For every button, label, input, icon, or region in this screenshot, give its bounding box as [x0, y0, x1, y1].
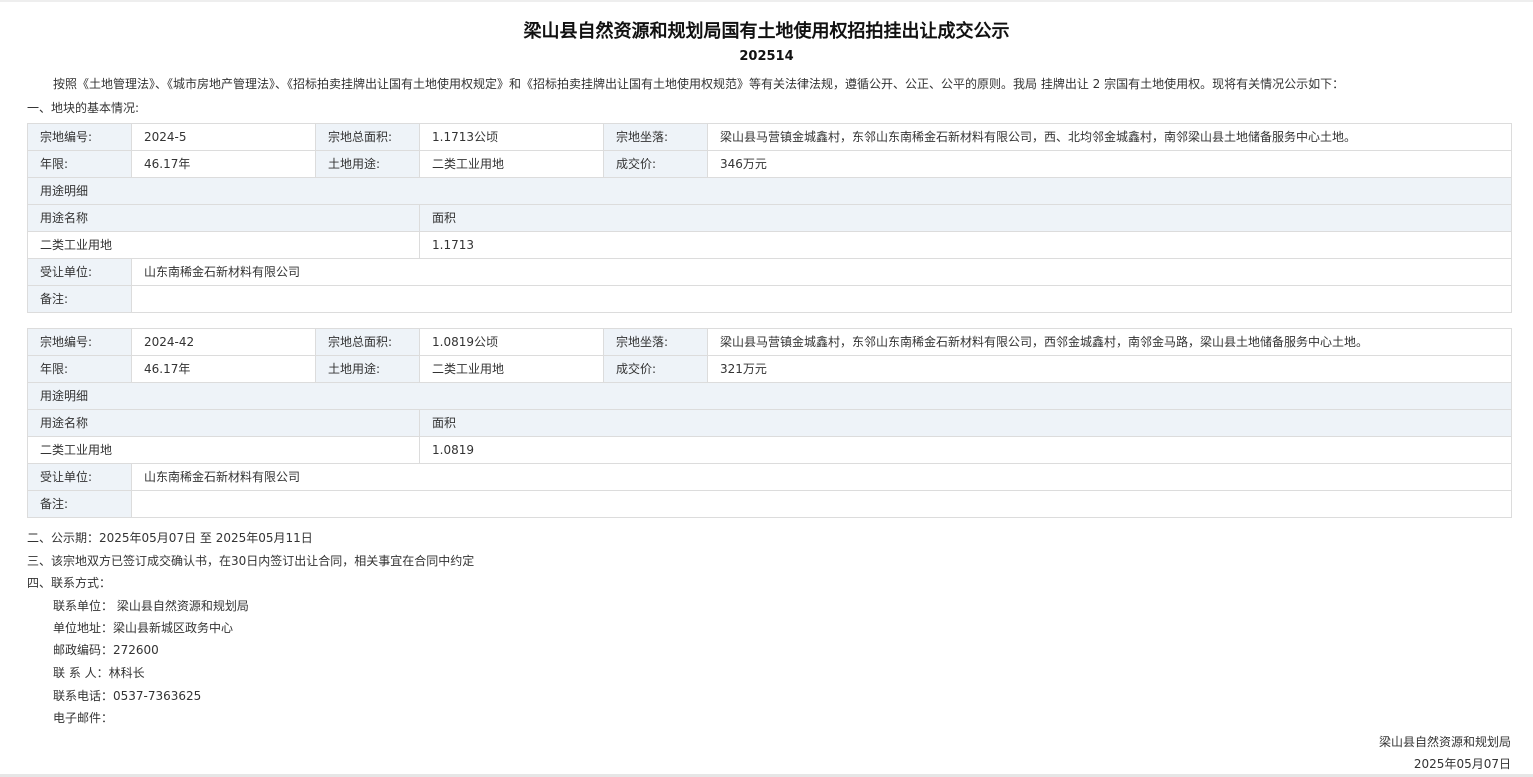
section-2-publicity-period: 二、公示期：2025年05月07日 至 2025年05月11日	[27, 531, 313, 545]
term-label: 年限:	[27, 150, 132, 178]
detail-usage-value: 二类工业用地	[27, 231, 420, 259]
parcel-table-1: 宗地编号: 2024-5 宗地总面积: 1.1713公顷 宗地坐落: 梁山县马营…	[27, 123, 1512, 313]
table-row: 用途名称 面积	[27, 409, 1512, 437]
total-area-value: 1.1713公顷	[419, 123, 604, 151]
transferee-label: 受让单位:	[27, 463, 132, 491]
page-title: 梁山县自然资源和规划局国有土地使用权招拍挂出让成交公示	[523, 21, 1010, 42]
table-row: 用途明细	[27, 382, 1512, 410]
usage-value: 二类工业用地	[419, 355, 604, 383]
signature-date: 2025年05月07日	[1413, 757, 1511, 771]
term-value: 46.17年	[131, 150, 316, 178]
remarks-value	[131, 285, 1512, 313]
parcel-no-label: 宗地编号:	[27, 328, 132, 356]
usage-label: 土地用途:	[315, 355, 420, 383]
location-value: 梁山县马营镇金城鑫村，东邻山东南稀金石新材料有限公司，西、北均邻金城鑫村，南邻梁…	[707, 123, 1512, 151]
intro-paragraph: 按照《土地管理法》、《城市房地产管理法》、《招标拍卖挂牌出让国有土地使用权规定》…	[53, 77, 1345, 91]
table-row: 备注:	[27, 490, 1512, 518]
usage-label: 土地用途:	[315, 150, 420, 178]
area-header: 面积	[419, 204, 1512, 232]
section-1-heading: 一、地块的基本情况:	[27, 101, 140, 115]
section-3-contract-note: 三、该宗地双方已签订成交确认书，在30日内签订出让合同，相关事宜在合同中约定	[27, 554, 475, 568]
price-value: 321万元	[707, 355, 1512, 383]
contact-unit: 联系单位： 梁山县自然资源和规划局	[53, 599, 249, 613]
announcement-number: 202514	[739, 49, 794, 64]
parcel-no-value: 2024-5	[131, 123, 316, 151]
parcel-table-2: 宗地编号: 2024-42 宗地总面积: 1.0819公顷 宗地坐落: 梁山县马…	[27, 328, 1512, 518]
table-row: 宗地编号: 2024-5 宗地总面积: 1.1713公顷 宗地坐落: 梁山县马营…	[27, 123, 1512, 151]
usage-value: 二类工业用地	[419, 150, 604, 178]
signer-organization: 梁山县自然资源和规划局	[1378, 735, 1511, 749]
usage-name-header: 用途名称	[27, 204, 420, 232]
price-value: 346万元	[707, 150, 1512, 178]
table-row: 用途明细	[27, 177, 1512, 205]
total-area-label: 宗地总面积:	[315, 328, 420, 356]
term-value: 46.17年	[131, 355, 316, 383]
remarks-value	[131, 490, 1512, 518]
remarks-label: 备注:	[27, 285, 132, 313]
contact-person: 联 系 人：林科长	[53, 666, 145, 680]
remarks-label: 备注:	[27, 490, 132, 518]
top-divider	[0, 0, 1533, 2]
contact-postcode: 邮政编码：272600	[53, 643, 159, 657]
table-row: 用途名称 面积	[27, 204, 1512, 232]
transferee-label: 受让单位:	[27, 258, 132, 286]
parcel-no-value: 2024-42	[131, 328, 316, 356]
contact-email: 电子邮件：	[53, 711, 114, 725]
usage-detail-heading: 用途明细	[27, 177, 1512, 205]
price-label: 成交价:	[603, 355, 708, 383]
table-row: 年限: 46.17年 土地用途: 二类工业用地 成交价: 346万元	[27, 150, 1512, 178]
detail-area-value: 1.1713	[419, 231, 1512, 259]
parcel-no-label: 宗地编号:	[27, 123, 132, 151]
table-row: 备注:	[27, 285, 1512, 313]
total-area-label: 宗地总面积:	[315, 123, 420, 151]
table-row: 二类工业用地 1.1713	[27, 231, 1512, 259]
transferee-value: 山东南稀金石新材料有限公司	[131, 463, 1512, 491]
section-4-heading: 四、联系方式：	[27, 576, 112, 590]
term-label: 年限:	[27, 355, 132, 383]
table-row: 二类工业用地 1.0819	[27, 436, 1512, 464]
detail-area-value: 1.0819	[419, 436, 1512, 464]
total-area-value: 1.0819公顷	[419, 328, 604, 356]
detail-usage-value: 二类工业用地	[27, 436, 420, 464]
table-row: 受让单位: 山东南稀金石新材料有限公司	[27, 258, 1512, 286]
transferee-value: 山东南稀金石新材料有限公司	[131, 258, 1512, 286]
contact-phone: 联系电话：0537-7363625	[53, 689, 202, 703]
usage-detail-heading: 用途明细	[27, 382, 1512, 410]
contact-address: 单位地址：梁山县新城区政务中心	[53, 621, 234, 635]
table-row: 受让单位: 山东南稀金石新材料有限公司	[27, 463, 1512, 491]
location-value: 梁山县马营镇金城鑫村，东邻山东南稀金石新材料有限公司，西邻金城鑫村，南邻金马路，…	[707, 328, 1512, 356]
price-label: 成交价:	[603, 150, 708, 178]
usage-name-header: 用途名称	[27, 409, 420, 437]
table-row: 宗地编号: 2024-42 宗地总面积: 1.0819公顷 宗地坐落: 梁山县马…	[27, 328, 1512, 356]
area-header: 面积	[419, 409, 1512, 437]
location-label: 宗地坐落:	[603, 328, 708, 356]
table-row: 年限: 46.17年 土地用途: 二类工业用地 成交价: 321万元	[27, 355, 1512, 383]
location-label: 宗地坐落:	[603, 123, 708, 151]
